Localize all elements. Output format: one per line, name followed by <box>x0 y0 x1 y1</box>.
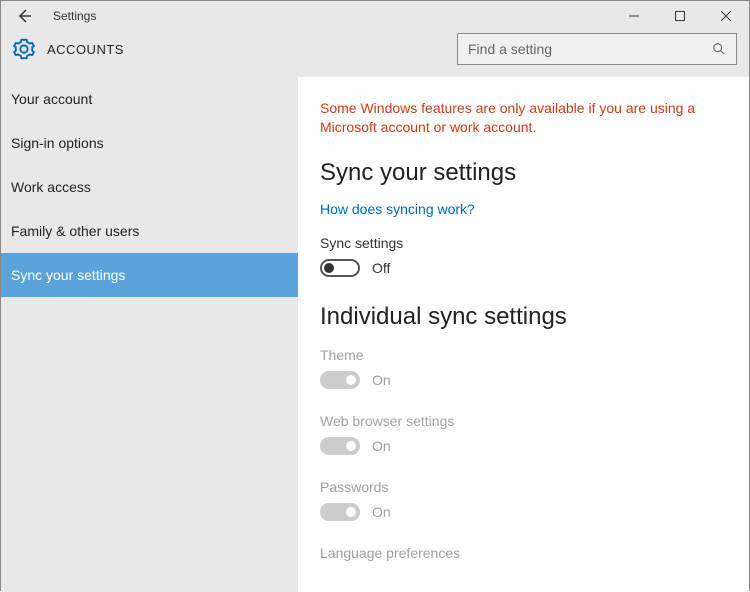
body: Your account Sign-in options Work access… <box>1 77 749 592</box>
setting-label: Theme <box>320 347 729 363</box>
back-arrow-icon <box>16 8 32 24</box>
setting-label: Language preferences <box>320 545 729 561</box>
heading-sync-your-settings: Sync your settings <box>320 159 729 187</box>
toggle-passwords[interactable] <box>320 503 360 521</box>
sidebar-item-work-access[interactable]: Work access <box>1 165 298 209</box>
toggle-row: On <box>320 437 729 455</box>
content: Some Windows features are only available… <box>298 77 749 592</box>
setting-passwords: Passwords On <box>320 479 729 521</box>
header: ACCOUNTS <box>1 31 749 77</box>
window-controls <box>611 1 749 31</box>
gear-icon <box>13 38 35 60</box>
close-icon <box>721 11 731 21</box>
setting-label: Web browser settings <box>320 413 729 429</box>
sidebar-item-sign-in-options[interactable]: Sign-in options <box>1 121 298 165</box>
setting-sync-settings: Sync settings Off <box>320 235 729 277</box>
search-icon <box>712 42 726 56</box>
toggle-knob <box>346 507 356 517</box>
search-input-wrapper[interactable] <box>457 33 737 65</box>
minimize-button[interactable] <box>611 1 657 31</box>
toggle-knob <box>324 263 334 273</box>
search-input[interactable] <box>468 41 712 57</box>
toggle-web-browser[interactable] <box>320 437 360 455</box>
titlebar: Settings <box>1 1 749 31</box>
toggle-row: Off <box>320 259 729 277</box>
toggle-knob <box>346 441 356 451</box>
warning-text: Some Windows features are only available… <box>320 99 729 137</box>
setting-web-browser: Web browser settings On <box>320 413 729 455</box>
heading-individual-sync-settings: Individual sync settings <box>320 303 729 331</box>
setting-theme: Theme On <box>320 347 729 389</box>
toggle-sync-settings[interactable] <box>320 259 360 277</box>
sidebar: Your account Sign-in options Work access… <box>1 77 298 592</box>
toggle-state: On <box>372 504 391 520</box>
window-title: Settings <box>47 9 96 23</box>
toggle-state: On <box>372 372 391 388</box>
maximize-button[interactable] <box>657 1 703 31</box>
toggle-theme[interactable] <box>320 371 360 389</box>
toggle-state: On <box>372 438 391 454</box>
minimize-icon <box>629 11 639 21</box>
how-does-syncing-work-link[interactable]: How does syncing work? <box>320 201 729 217</box>
toggle-row: On <box>320 371 729 389</box>
maximize-icon <box>675 11 685 21</box>
sidebar-item-family-other-users[interactable]: Family & other users <box>1 209 298 253</box>
header-title: ACCOUNTS <box>47 42 124 57</box>
toggle-knob <box>346 375 356 385</box>
toggle-row: On <box>320 503 729 521</box>
close-button[interactable] <box>703 1 749 31</box>
back-button[interactable] <box>1 1 47 31</box>
toggle-state: Off <box>372 260 390 276</box>
setting-label: Sync settings <box>320 235 729 251</box>
setting-label: Passwords <box>320 479 729 495</box>
sidebar-item-your-account[interactable]: Your account <box>1 77 298 121</box>
sidebar-item-sync-your-settings[interactable]: Sync your settings <box>1 253 298 297</box>
setting-language-preferences: Language preferences <box>320 545 729 561</box>
